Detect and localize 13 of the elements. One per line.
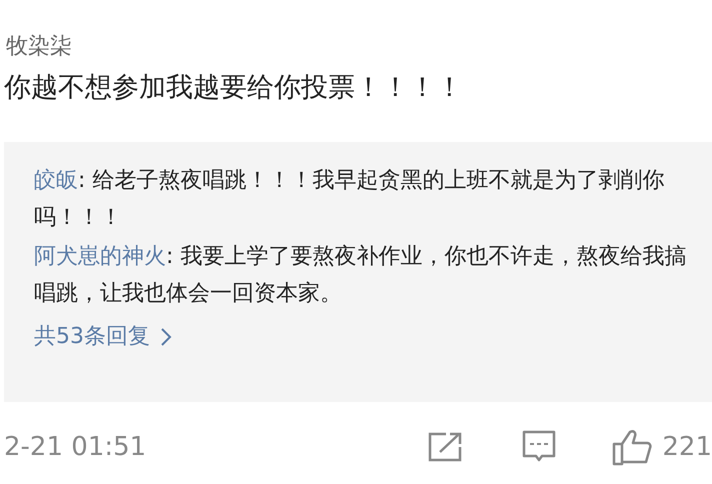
chevron-right-icon <box>160 326 172 346</box>
comment-icon[interactable] <box>522 430 556 464</box>
timestamp: 2-21 01:51 <box>4 430 146 464</box>
user-link[interactable]: 阿犬崽的神火 <box>34 244 166 269</box>
comment-text: 你越不想参加我越要给你投票！！！！ <box>4 71 464 105</box>
reply-text: 阿犬崽的神火: 我要上学了要熬夜补作业，你也不许走，熬夜给我搞唱跳，让我也体会一回资本家。 <box>34 243 688 308</box>
reply-text: 皎皈: 给老子熬夜唱跳！！！我早起贪黑的上班不就是为了剥削你吗！！！ <box>34 167 666 232</box>
more-replies-link[interactable]: 共53条回复 <box>34 320 172 353</box>
username[interactable]: 牧染柒 <box>6 34 72 59</box>
like-icon[interactable] <box>612 428 652 466</box>
user-link[interactable]: 皎皈 <box>34 168 78 193</box>
share-icon[interactable] <box>428 432 462 462</box>
like-count: 221 <box>662 430 712 464</box>
